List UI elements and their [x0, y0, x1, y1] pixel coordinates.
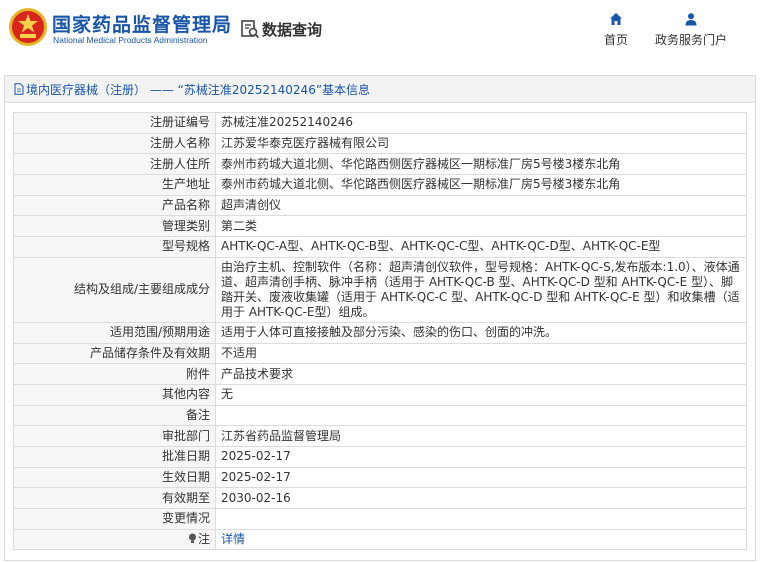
row-value: 第二类 — [215, 215, 747, 238]
note-key-label: 注 — [197, 532, 210, 547]
row-value: 江苏爱华泰克医疗器械有限公司 — [215, 132, 747, 155]
table-row: 型号规格 AHTK-QC-A型、AHTK-QC-B型、AHTK-QC-C型、AHT… — [13, 236, 747, 258]
row-key: 管理类别 — [13, 215, 216, 238]
row-value — [215, 508, 747, 530]
panel-header: 境内医疗器械（注册） —— “苏械注准20252140246”基本信息 — [5, 76, 755, 103]
emblem-logo-icon — [9, 8, 47, 46]
table-row: 变更情况 — [13, 508, 747, 530]
row-key: 产品名称 — [13, 194, 216, 217]
table-row: 注册人名称 江苏爱华泰克医疗器械有限公司 — [13, 132, 747, 155]
site-subtitle: National Medical Products Administration — [53, 35, 208, 45]
row-key: 适用范围/预期用途 — [13, 321, 216, 344]
nav-home[interactable]: 首页 — [576, 12, 656, 48]
nav-home-label: 首页 — [603, 33, 628, 47]
row-key: 注册人名称 — [13, 132, 216, 155]
table-row: 注册证编号 苏械注准20252140246 — [13, 112, 747, 134]
table-row: 备注 — [13, 404, 747, 427]
table-row: 产品名称 超声清创仪 — [13, 194, 747, 217]
row-value: 不适用 — [215, 342, 747, 365]
home-icon — [610, 13, 622, 25]
row-value: 2025-02-17 — [215, 466, 747, 489]
nav-service-label: 政务服务门户 — [654, 33, 727, 47]
row-value: 由治疗主机、控制软件（名称：超声清创仪软件，型号规格：AHTK-QC-S,发布版… — [215, 256, 747, 323]
row-key: 注册人住所 — [13, 153, 216, 176]
table-row: 产品储存条件及有效期 不适用 — [13, 342, 747, 365]
row-key: 生产地址 — [13, 174, 216, 196]
table-row: 其他内容无 — [13, 383, 747, 406]
note-value: 详情 — [215, 528, 747, 551]
site-title: 国家药品监督管理局 — [52, 14, 233, 36]
note-key: 注 — [13, 528, 216, 551]
detail-panel: 境内医疗器械（注册） —— “苏械注准20252140246”基本信息 注册证编… — [4, 75, 756, 561]
row-key: 批准日期 — [13, 445, 216, 468]
table-row: 注册人住所 泰州市药城大道北侧、华佗路西侧医疗器械区一期标准厂房5号楼3楼东北角 — [13, 153, 747, 176]
row-key: 有效期至 — [13, 487, 216, 509]
row-value — [215, 404, 747, 427]
table-row: 批准日期 2025-02-17 — [13, 445, 747, 468]
row-value: 泰州市药城大道北侧、华佗路西侧医疗器械区一期标准厂房5号楼3楼东北角 — [215, 153, 747, 176]
site-header: 国家药品监督管理局 National Medical Products Admi… — [0, 0, 762, 64]
row-key: 结构及组成/主要组成成分 — [13, 256, 216, 323]
nav-service-portal[interactable]: 政务服务门户 — [651, 12, 731, 48]
table-row-note: 注 详情 — [13, 528, 747, 551]
table-row: 结构及组成/主要组成成分 由治疗主机、控制软件（名称：超声清创仪软件，型号规格：A… — [13, 256, 747, 323]
table-row: 有效期至 2030-02-16 — [13, 487, 747, 509]
details-link[interactable]: 详情 — [221, 532, 245, 546]
table-row: 附件 产品技术要求 — [13, 363, 747, 385]
row-key: 产品储存条件及有效期 — [13, 342, 216, 365]
data-search-label[interactable]: 数据查询 — [262, 19, 322, 40]
row-key: 审批部门 — [13, 425, 216, 447]
row-value: 无 — [215, 383, 747, 406]
table-row: 管理类别 第二类 — [13, 215, 747, 238]
lightbulb-icon — [188, 533, 196, 544]
row-value: 2025-02-17 — [215, 445, 747, 468]
panel-title: 境内医疗器械（注册） —— “苏械注准20252140246”基本信息 — [26, 82, 371, 97]
row-key: 注册证编号 — [13, 112, 216, 134]
data-search-icon[interactable] — [240, 19, 260, 39]
row-key: 其他内容 — [13, 383, 216, 406]
table-row: 适用范围/预期用途 适用于人体可直接接触及部分污染、感染的伤口、创面的冲洗。 — [13, 321, 747, 344]
table-row: 生效日期 2025-02-17 — [13, 466, 747, 489]
user-icon — [685, 13, 697, 26]
row-key: 型号规格 — [13, 236, 216, 258]
row-value: 泰州市药城大道北侧、华佗路西侧医疗器械区一期标准厂房5号楼3楼东北角 — [215, 174, 747, 196]
row-key: 附件 — [13, 363, 216, 385]
row-key: 备注 — [13, 404, 216, 427]
row-value: 2030-02-16 — [215, 487, 747, 509]
table-row: 审批部门 江苏省药品监督管理局 — [13, 425, 747, 447]
row-value: 江苏省药品监督管理局 — [215, 425, 747, 447]
row-key: 变更情况 — [13, 508, 216, 530]
row-value: 苏械注准20252140246 — [215, 112, 747, 134]
document-icon — [14, 83, 24, 95]
row-value: AHTK-QC-A型、AHTK-QC-B型、AHTK-QC-C型、AHTK-QC… — [215, 236, 747, 258]
info-table: 注册证编号 苏械注准20252140246 注册人名称 江苏爱华泰克医疗器械有限公司… — [13, 112, 747, 551]
row-value: 超声清创仪 — [215, 194, 747, 217]
row-value: 适用于人体可直接接触及部分污染、感染的伤口、创面的冲洗。 — [215, 321, 747, 344]
table-row: 生产地址 泰州市药城大道北侧、华佗路西侧医疗器械区一期标准厂房5号楼3楼东北角 — [13, 174, 747, 196]
row-key: 生效日期 — [13, 466, 216, 489]
row-value: 产品技术要求 — [215, 363, 747, 385]
